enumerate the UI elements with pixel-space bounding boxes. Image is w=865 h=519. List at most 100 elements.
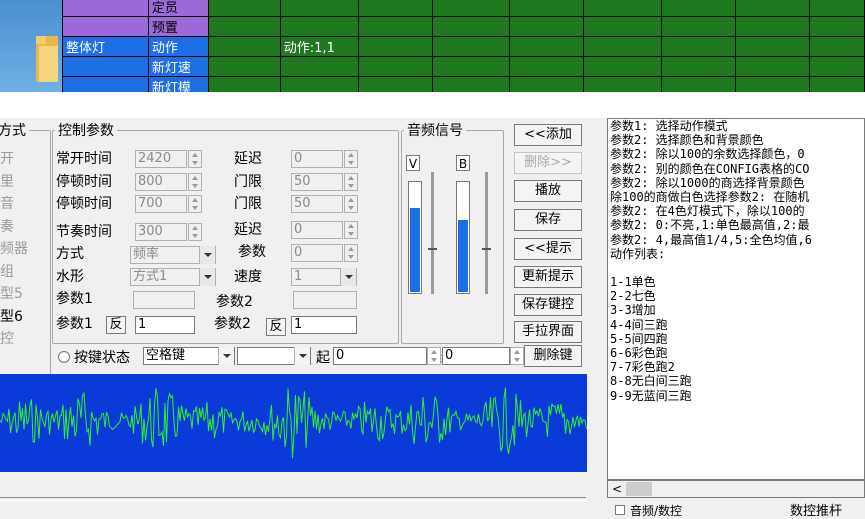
- grid-cell[interactable]: [735, 56, 810, 77]
- grid-cell[interactable]: [583, 76, 663, 92]
- grid-row[interactable]: 新灯模: [62, 76, 865, 92]
- grid-cell[interactable]: [735, 16, 810, 37]
- grid-row[interactable]: 预置: [62, 16, 865, 37]
- play-button[interactable]: 播放: [514, 180, 582, 202]
- pause1-field[interactable]: 800: [135, 173, 187, 191]
- grid-cell[interactable]: 新灯模: [147, 76, 209, 92]
- end-spinner[interactable]: [510, 347, 524, 365]
- delay2-field[interactable]: 0: [291, 221, 343, 239]
- grid-cell[interactable]: [808, 0, 865, 17]
- b-slider-track[interactable]: [485, 172, 488, 294]
- rhythm-spinner[interactable]: [188, 223, 202, 241]
- grid-cell[interactable]: [661, 0, 737, 17]
- fader-tab[interactable]: 数控推杆: [790, 500, 842, 519]
- grid-cell[interactable]: [735, 76, 810, 92]
- grid-cell[interactable]: [279, 16, 359, 37]
- param2-field[interactable]: [293, 291, 357, 309]
- grid-cell[interactable]: [431, 76, 511, 92]
- speed-select-arrow[interactable]: [340, 268, 356, 286]
- grid-cell[interactable]: [509, 76, 585, 92]
- mode-item[interactable]: 里: [0, 171, 14, 191]
- grid-cell[interactable]: [431, 0, 511, 17]
- horizontal-scrollbar[interactable]: <: [607, 480, 865, 498]
- grid-cell[interactable]: [808, 16, 865, 37]
- update-hint-button[interactable]: 更新提示: [514, 266, 582, 288]
- add-button[interactable]: <<添加: [514, 124, 582, 146]
- b-slider-thumb[interactable]: [482, 248, 491, 250]
- param2b-invert-button[interactable]: 反: [266, 318, 286, 336]
- grid-cell[interactable]: [661, 56, 737, 77]
- grid-cell[interactable]: [808, 56, 865, 77]
- folder-icon[interactable]: [34, 32, 60, 86]
- audio-control-tab[interactable]: 音频/数控: [630, 502, 682, 519]
- grid-cell[interactable]: [509, 36, 585, 57]
- mode-item[interactable]: 频器: [0, 238, 28, 258]
- grid-cell[interactable]: [808, 36, 865, 57]
- grid-cell[interactable]: [735, 36, 810, 57]
- grid-row[interactable]: 定员: [62, 0, 865, 17]
- delay1-field[interactable]: 0: [291, 150, 343, 168]
- grid-cell[interactable]: [509, 0, 585, 17]
- param1b-field[interactable]: 1: [135, 316, 195, 334]
- scroll-left-icon[interactable]: <: [612, 482, 622, 496]
- grid-cell[interactable]: [509, 56, 585, 77]
- param-field[interactable]: 0: [291, 244, 343, 262]
- second-select-arrow[interactable]: [294, 347, 310, 365]
- key-state-radio[interactable]: [58, 351, 70, 363]
- hint-button[interactable]: <<提示: [514, 238, 582, 260]
- param-spinner[interactable]: [344, 244, 358, 262]
- threshold1-field[interactable]: 50: [291, 173, 343, 191]
- grid-cell[interactable]: [583, 56, 663, 77]
- start-field[interactable]: 0: [333, 347, 427, 365]
- always-on-spinner[interactable]: [188, 150, 202, 168]
- grid-cell[interactable]: [62, 56, 149, 77]
- grid-cell[interactable]: [357, 76, 433, 92]
- grid-cell[interactable]: [207, 76, 281, 92]
- grid-cell[interactable]: [431, 16, 511, 37]
- mode-item[interactable]: 开: [0, 148, 14, 168]
- audio-control-checkbox[interactable]: [615, 505, 625, 515]
- grid-cell[interactable]: [735, 0, 810, 17]
- grid-cell[interactable]: 定员: [147, 0, 209, 17]
- grid-cell[interactable]: [62, 76, 149, 92]
- grid-cell[interactable]: [279, 0, 359, 17]
- grid-row[interactable]: 整体灯 动作 动作:1,1: [62, 36, 865, 57]
- threshold2-field[interactable]: 50: [291, 195, 343, 213]
- grid-cell[interactable]: 预置: [147, 16, 209, 37]
- pause2-spinner[interactable]: [188, 195, 202, 213]
- grid-cell[interactable]: [661, 16, 737, 37]
- grid-cell[interactable]: [357, 16, 433, 37]
- param1-field[interactable]: [133, 291, 195, 309]
- v-slider-track[interactable]: [431, 172, 434, 294]
- pause2-field[interactable]: 700: [135, 195, 187, 213]
- grid-cell[interactable]: [808, 76, 865, 92]
- manual-panel-button[interactable]: 手拉界面: [514, 321, 582, 343]
- pause1-spinner[interactable]: [188, 173, 202, 191]
- grid-cell[interactable]: 整体灯: [62, 36, 149, 57]
- mode-item[interactable]: 型5: [0, 283, 23, 303]
- grid-cell[interactable]: [279, 56, 359, 77]
- delay1-spinner[interactable]: [344, 150, 358, 168]
- mode-item[interactable]: 奏: [0, 216, 14, 236]
- threshold1-spinner[interactable]: [344, 173, 358, 191]
- scroll-thumb[interactable]: [626, 482, 652, 496]
- mode-item[interactable]: 控: [0, 328, 14, 348]
- always-on-field[interactable]: 2420: [135, 150, 187, 168]
- grid-cell[interactable]: [509, 16, 585, 37]
- save-button[interactable]: 保存: [514, 209, 582, 231]
- grid-cell[interactable]: [279, 76, 359, 92]
- start-spinner[interactable]: [427, 347, 441, 365]
- grid-cell[interactable]: [583, 36, 663, 57]
- save-key-button[interactable]: 保存键控: [514, 294, 582, 316]
- grid-cell[interactable]: [431, 56, 511, 77]
- grid-cell[interactable]: [583, 16, 663, 37]
- delete-key-button[interactable]: 删除键: [524, 345, 582, 367]
- delay2-spinner[interactable]: [344, 221, 358, 239]
- grid-cell[interactable]: [357, 36, 433, 57]
- threshold2-spinner[interactable]: [344, 195, 358, 213]
- grid-cell[interactable]: [62, 0, 149, 17]
- grid-cell[interactable]: [357, 56, 433, 77]
- grid-cell[interactable]: [583, 0, 663, 17]
- grid-row[interactable]: 新灯速: [62, 56, 865, 77]
- grid-cell[interactable]: 动作: [147, 36, 209, 57]
